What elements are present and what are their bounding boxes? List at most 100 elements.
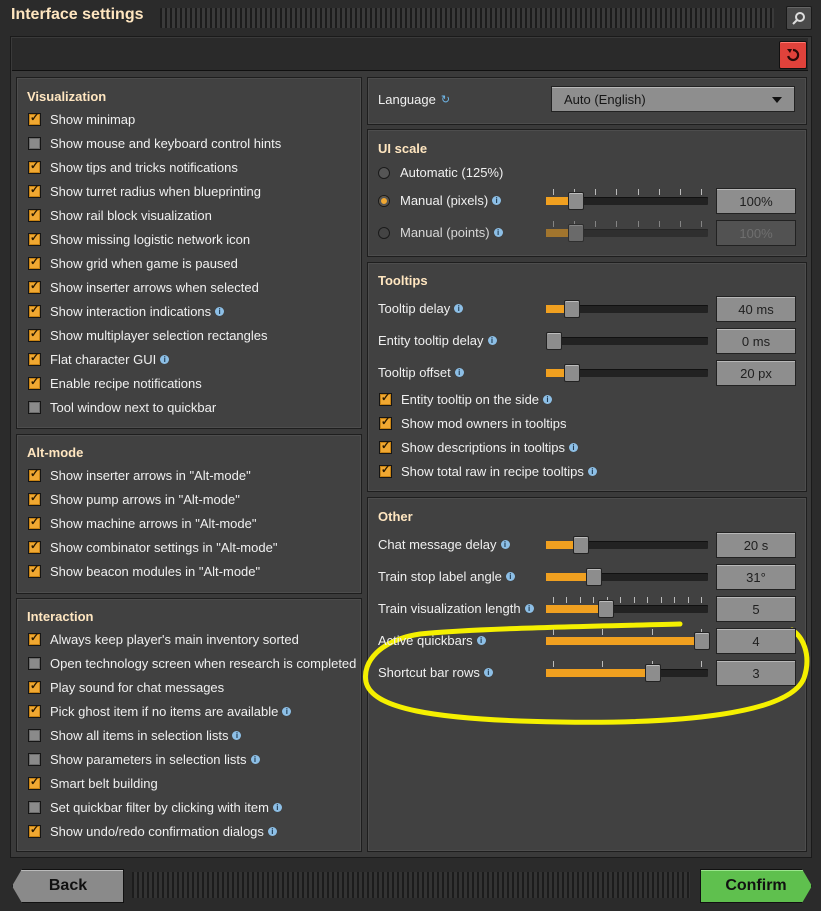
checkbox[interactable] (28, 467, 41, 482)
checkbox[interactable] (28, 231, 41, 246)
other-setting-slider[interactable] (546, 597, 708, 619)
altmode-option[interactable]: Show machine arrows in "Alt-mode" (28, 515, 256, 531)
reset-button[interactable] (779, 41, 807, 69)
radio-manual-pixels[interactable] (378, 194, 390, 207)
slider-handle[interactable] (694, 632, 710, 650)
checkbox[interactable] (28, 303, 41, 318)
uiscale-manual-pixels-option[interactable]: Manual (pixels) i (378, 193, 502, 208)
checkbox[interactable] (28, 137, 41, 150)
visualization-option[interactable]: Show grid when game is paused (28, 255, 238, 271)
interaction-option[interactable]: Show undo/redo confirmation dialogsi (28, 823, 277, 839)
slider-handle[interactable] (546, 332, 562, 350)
slider-handle[interactable] (573, 536, 589, 554)
interaction-option[interactable]: Show all items in selection lists i (28, 728, 242, 743)
slider-handle[interactable] (564, 300, 580, 318)
tooltip-option[interactable]: Show mod owners in tooltips (379, 415, 566, 431)
altmode-option[interactable]: Show pump arrows in "Alt-mode" (28, 491, 240, 507)
altmode-option[interactable]: Show combinator settings in "Alt-mode" (28, 539, 277, 555)
checkbox[interactable] (379, 391, 392, 406)
tooltip-setting-value[interactable]: 40 ms (716, 296, 796, 322)
slider-handle[interactable] (568, 192, 584, 210)
other-setting-slider[interactable] (546, 629, 710, 651)
altmode-option[interactable]: Show beacon modules in "Alt-mode" (28, 563, 260, 579)
slider-handle[interactable] (568, 224, 584, 242)
checkbox[interactable] (28, 375, 41, 390)
checkbox[interactable] (28, 703, 41, 718)
checkbox[interactable] (28, 111, 41, 126)
uiscale-pixels-slider[interactable] (546, 189, 708, 211)
other-setting-slider[interactable] (546, 533, 708, 555)
uiscale-pixels-value[interactable]: 100% (716, 188, 796, 214)
tooltip-option[interactable]: Show total raw in recipe tooltipsi (379, 463, 597, 479)
interaction-option[interactable]: Play sound for chat messages (28, 679, 224, 695)
other-setting-slider[interactable] (546, 661, 708, 683)
checkbox[interactable] (28, 183, 41, 198)
checkbox[interactable] (379, 415, 392, 430)
altmode-option[interactable]: Show inserter arrows in "Alt-mode" (28, 467, 251, 483)
checkbox[interactable] (28, 279, 41, 294)
other-setting-value[interactable]: 3 (716, 660, 796, 686)
interaction-option[interactable]: Pick ghost item if no items are availabl… (28, 703, 292, 719)
checkbox[interactable] (28, 563, 41, 578)
checkbox[interactable] (28, 631, 41, 646)
checkbox[interactable] (28, 159, 41, 174)
visualization-option[interactable]: Show rail block visualization (28, 207, 212, 223)
other-setting-value[interactable]: 4 (716, 628, 796, 654)
checkbox[interactable] (28, 491, 41, 506)
slider-handle[interactable] (586, 568, 602, 586)
checkbox[interactable] (28, 515, 41, 530)
tooltip-setting-value[interactable]: 0 ms (716, 328, 796, 354)
visualization-option[interactable]: Show interaction indicationsi (28, 303, 225, 319)
checkbox[interactable] (379, 463, 392, 478)
tooltip-option[interactable]: Entity tooltip on the sidei (379, 391, 553, 407)
visualization-option[interactable]: Show minimap (28, 111, 135, 127)
visualization-option[interactable]: Show multiplayer selection rectangles (28, 327, 268, 343)
radio-automatic[interactable] (378, 166, 390, 179)
checkbox[interactable] (28, 801, 41, 814)
checkbox[interactable] (28, 327, 41, 342)
tooltip-setting-value[interactable]: 20 px (716, 360, 796, 386)
radio-manual-points[interactable] (378, 226, 390, 239)
back-button[interactable]: Back (12, 869, 124, 903)
checkbox[interactable] (28, 657, 41, 670)
interaction-option[interactable]: Open technology screen when research is … (28, 656, 356, 671)
tooltip-setting-slider[interactable] (546, 329, 708, 351)
uiscale-manual-points-option[interactable]: Manual (points) i (378, 225, 503, 240)
uiscale-automatic-option[interactable]: Automatic (125%) (378, 165, 503, 180)
interaction-option[interactable]: Smart belt building (28, 775, 158, 791)
checkbox[interactable] (28, 823, 41, 838)
interaction-option[interactable]: Always keep player's main inventory sort… (28, 631, 299, 647)
visualization-option[interactable]: Show turret radius when blueprinting (28, 183, 261, 199)
checkbox[interactable] (28, 753, 41, 766)
checkbox[interactable] (28, 539, 41, 554)
slider-handle[interactable] (598, 600, 614, 618)
checkbox[interactable] (28, 207, 41, 222)
interaction-option[interactable]: Set quickbar filter by clicking with ite… (28, 800, 282, 815)
slider-track[interactable] (546, 337, 708, 345)
slider-handle[interactable] (645, 664, 661, 682)
language-dropdown[interactable]: Auto (English) (551, 86, 795, 112)
other-setting-value[interactable]: 20 s (716, 532, 796, 558)
slider-handle[interactable] (564, 364, 580, 382)
visualization-option[interactable]: Enable recipe notifications (28, 375, 202, 391)
checkbox[interactable] (28, 351, 41, 366)
search-button[interactable] (786, 6, 812, 30)
visualization-option[interactable]: Flat character GUIi (28, 351, 170, 367)
confirm-button[interactable]: Confirm (700, 869, 812, 903)
checkbox[interactable] (28, 255, 41, 270)
visualization-option[interactable]: Show missing logistic network icon (28, 231, 250, 247)
visualization-option[interactable]: Show inserter arrows when selected (28, 279, 259, 295)
tooltip-setting-slider[interactable] (546, 361, 708, 383)
other-setting-slider[interactable] (546, 565, 708, 587)
tooltip-setting-slider[interactable] (546, 297, 708, 319)
visualization-option[interactable]: Show tips and tricks notifications (28, 159, 238, 175)
checkbox[interactable] (28, 401, 41, 414)
visualization-option[interactable]: Tool window next to quickbar (28, 400, 216, 415)
checkbox[interactable] (28, 679, 41, 694)
visualization-option[interactable]: Show mouse and keyboard control hints (28, 136, 281, 151)
interaction-option[interactable]: Show parameters in selection lists i (28, 752, 260, 767)
checkbox[interactable] (379, 439, 392, 454)
checkbox[interactable] (28, 729, 41, 742)
other-setting-value[interactable]: 5 (716, 596, 796, 622)
title-bar-drag-handle[interactable] (160, 8, 774, 28)
